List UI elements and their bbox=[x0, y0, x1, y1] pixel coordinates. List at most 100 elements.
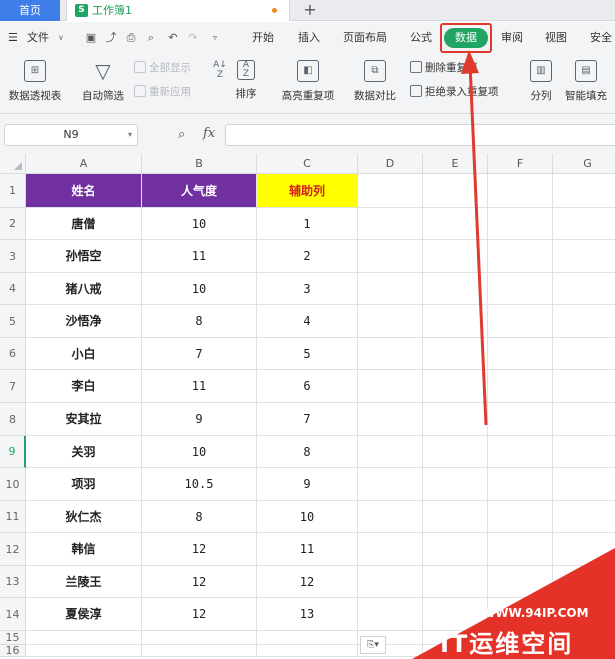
menu-insert[interactable]: 插入 bbox=[298, 22, 320, 54]
table-cell[interactable] bbox=[358, 305, 423, 338]
show-all-button[interactable]: 全部显示 bbox=[134, 60, 191, 76]
table-cell[interactable] bbox=[488, 305, 553, 338]
new-tab-button[interactable]: + bbox=[300, 0, 320, 21]
table-cell[interactable]: 12 bbox=[257, 566, 358, 598]
formula-input[interactable] bbox=[225, 124, 615, 146]
table-cell[interactable]: 10 bbox=[142, 273, 257, 305]
table-cell[interactable]: 2 bbox=[257, 240, 358, 273]
table-cell[interactable]: 关羽 bbox=[26, 436, 142, 468]
table-cell[interactable] bbox=[423, 174, 488, 208]
column-header-D[interactable]: D bbox=[358, 154, 423, 174]
table-cell[interactable] bbox=[488, 533, 553, 566]
print-preview-icon[interactable]: ⌕ bbox=[144, 31, 158, 45]
table-cell[interactable] bbox=[358, 533, 423, 566]
table-cell[interactable] bbox=[553, 240, 615, 273]
table-cell[interactable]: 安其拉 bbox=[26, 403, 142, 436]
row-header-4[interactable]: 4 bbox=[0, 273, 26, 305]
table-cell[interactable]: 猪八戒 bbox=[26, 273, 142, 305]
table-cell[interactable] bbox=[488, 208, 553, 240]
row-header-15[interactable]: 15 bbox=[0, 631, 26, 645]
table-cell[interactable]: 10 bbox=[142, 208, 257, 240]
chevron-down-icon[interactable]: ▾ bbox=[128, 125, 132, 145]
row-header-11[interactable]: 11 bbox=[0, 501, 26, 533]
remove-duplicates-button[interactable]: 删除重复项 bbox=[410, 60, 478, 76]
name-box[interactable]: N9 ▾ bbox=[4, 124, 138, 146]
header-cell-C[interactable]: 辅助列 bbox=[257, 174, 358, 208]
row-header-10[interactable]: 10 bbox=[0, 468, 26, 501]
table-cell[interactable] bbox=[553, 436, 615, 468]
table-cell[interactable] bbox=[553, 174, 615, 208]
row-header-12[interactable]: 12 bbox=[0, 533, 26, 566]
table-cell[interactable]: 8 bbox=[142, 501, 257, 533]
header-cell-A[interactable]: 姓名 bbox=[26, 174, 142, 208]
table-cell[interactable] bbox=[488, 240, 553, 273]
column-header-F[interactable]: F bbox=[488, 154, 553, 174]
column-header-E[interactable]: E bbox=[423, 154, 488, 174]
sort-asc-button[interactable]: A↓ Z bbox=[210, 60, 230, 82]
table-cell[interactable]: 7 bbox=[257, 403, 358, 436]
select-all-corner[interactable] bbox=[0, 154, 26, 174]
export-icon[interactable]: ⤴ bbox=[104, 31, 118, 45]
pivot-table-button[interactable]: ⊞ 数据透视表 bbox=[6, 60, 64, 103]
autofilter-button[interactable]: ▽ 自动筛选 bbox=[80, 60, 126, 103]
column-header-G[interactable]: G bbox=[553, 154, 615, 174]
highlight-duplicates-button[interactable]: ◧ 高亮重复项 bbox=[274, 60, 342, 103]
redo-icon[interactable]: ↷ bbox=[186, 31, 200, 45]
table-cell[interactable] bbox=[423, 468, 488, 501]
sort-button[interactable]: AZ 排序 bbox=[232, 60, 260, 101]
table-cell[interactable] bbox=[553, 468, 615, 501]
table-cell[interactable] bbox=[488, 174, 553, 208]
table-cell[interactable] bbox=[423, 338, 488, 370]
table-cell[interactable]: 8 bbox=[142, 305, 257, 338]
row-header-3[interactable]: 3 bbox=[0, 240, 26, 273]
table-cell[interactable]: 4 bbox=[257, 305, 358, 338]
table-cell[interactable] bbox=[142, 645, 257, 657]
table-cell[interactable]: 3 bbox=[257, 273, 358, 305]
row-header-2[interactable]: 2 bbox=[0, 208, 26, 240]
menu-page-layout[interactable]: 页面布局 bbox=[343, 22, 387, 54]
table-cell[interactable]: 12 bbox=[142, 533, 257, 566]
table-cell[interactable]: 孙悟空 bbox=[26, 240, 142, 273]
table-cell[interactable] bbox=[423, 436, 488, 468]
table-cell[interactable]: 10 bbox=[257, 501, 358, 533]
column-header-B[interactable]: B bbox=[142, 154, 257, 174]
menu-file[interactable]: 文件 bbox=[27, 22, 49, 54]
table-cell[interactable] bbox=[423, 208, 488, 240]
menu-security[interactable]: 安全 bbox=[590, 22, 612, 54]
table-cell[interactable] bbox=[358, 598, 423, 631]
save-icon[interactable]: ▣ bbox=[84, 31, 98, 45]
table-cell[interactable] bbox=[488, 338, 553, 370]
table-cell[interactable]: 8 bbox=[257, 436, 358, 468]
table-cell[interactable]: 9 bbox=[142, 403, 257, 436]
table-cell[interactable]: 沙悟净 bbox=[26, 305, 142, 338]
table-cell[interactable]: 13 bbox=[257, 598, 358, 631]
table-cell[interactable] bbox=[488, 370, 553, 403]
table-cell[interactable]: 11 bbox=[142, 240, 257, 273]
table-cell[interactable]: 9 bbox=[257, 468, 358, 501]
table-cell[interactable]: 6 bbox=[257, 370, 358, 403]
table-cell[interactable] bbox=[423, 403, 488, 436]
table-cell[interactable] bbox=[488, 436, 553, 468]
row-header-6[interactable]: 6 bbox=[0, 338, 26, 370]
table-cell[interactable]: 韩信 bbox=[26, 533, 142, 566]
row-header-7[interactable]: 7 bbox=[0, 370, 26, 403]
table-cell[interactable] bbox=[423, 533, 488, 566]
table-cell[interactable]: 唐僧 bbox=[26, 208, 142, 240]
table-cell[interactable] bbox=[488, 468, 553, 501]
table-cell[interactable]: 1 bbox=[257, 208, 358, 240]
tab-home[interactable]: 首页 bbox=[0, 0, 60, 21]
table-cell[interactable] bbox=[358, 208, 423, 240]
table-cell[interactable]: 10.5 bbox=[142, 468, 257, 501]
data-compare-button[interactable]: ⧉ 数据对比 bbox=[348, 60, 402, 103]
table-cell[interactable]: 兰陵王 bbox=[26, 566, 142, 598]
table-cell[interactable] bbox=[488, 501, 553, 533]
table-cell[interactable] bbox=[553, 501, 615, 533]
menu-view[interactable]: 视图 bbox=[545, 22, 567, 54]
menu-review[interactable]: 审阅 bbox=[501, 22, 523, 54]
fx-button[interactable]: fx bbox=[203, 126, 215, 141]
table-cell[interactable] bbox=[553, 208, 615, 240]
table-cell[interactable] bbox=[358, 240, 423, 273]
menu-home[interactable]: 开始 bbox=[252, 22, 274, 54]
row-header-5[interactable]: 5 bbox=[0, 305, 26, 338]
undo-icon[interactable]: ↶ bbox=[166, 31, 180, 45]
